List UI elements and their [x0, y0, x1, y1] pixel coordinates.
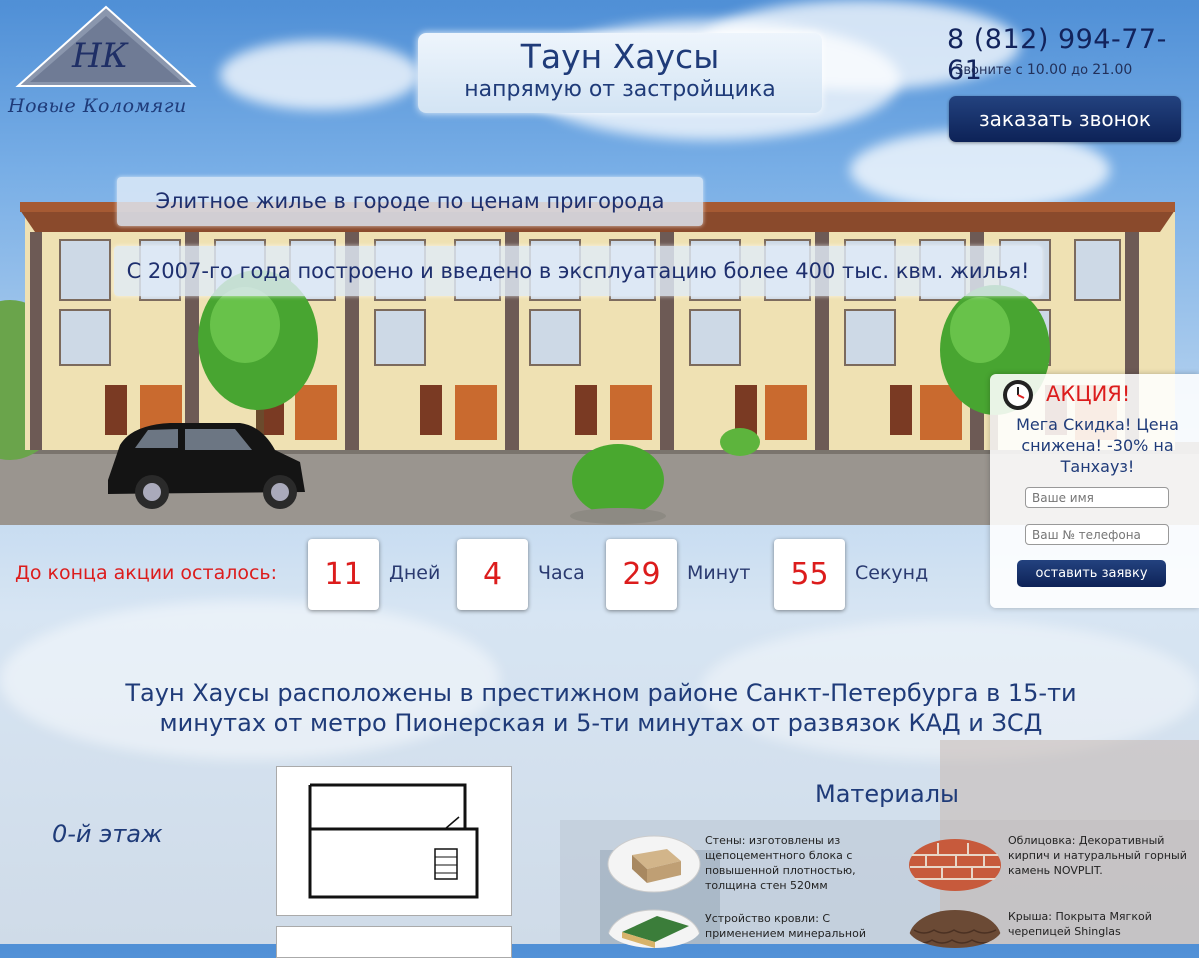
submit-request-button[interactable]: оставить заявку — [1017, 560, 1166, 587]
countdown-seconds: 55 — [774, 539, 845, 610]
banner-elite-housing: Элитное жилье в городе по ценам пригород… — [117, 177, 703, 226]
floor-plan-next[interactable] — [276, 926, 512, 958]
countdown-hours-unit: Часа — [538, 562, 585, 584]
hours-to: 21.00 — [1092, 62, 1133, 78]
hours-from: 10.00 — [1026, 62, 1067, 78]
countdown-days: 11 — [308, 539, 379, 610]
countdown-minutes-unit: Минут — [687, 562, 751, 584]
countdown-label: До конца акции осталось: — [15, 562, 278, 584]
logo-initials: НК — [72, 36, 128, 76]
wall-block-icon — [607, 835, 701, 893]
shingles-icon — [909, 910, 1001, 948]
working-hours: Звоните с 10.00 до 21.00 — [955, 62, 1132, 78]
page-title: Таун Хаусы — [520, 37, 720, 76]
countdown-minutes: 29 — [606, 539, 677, 610]
logo-caption: Новые Коломяги — [8, 95, 187, 117]
countdown-hours: 4 — [457, 539, 528, 610]
hours-mid: до — [1071, 63, 1089, 78]
floor-plan-drawing — [308, 783, 479, 899]
countdown-days-unit: Дней — [389, 562, 441, 584]
promo-title: АКЦИЯ! — [1046, 382, 1131, 406]
promo-text: Мега Скидка! Цена снижена! -30% на Танха… — [1016, 415, 1179, 476]
materials-roof-install: Устройство кровли: С применением минерал… — [705, 912, 866, 940]
order-call-button[interactable]: заказать звонок — [949, 96, 1181, 142]
brick-facing-icon — [909, 839, 1001, 891]
title-card: Таун Хаусы напрямую от застройщика — [418, 33, 822, 113]
countdown-seconds-unit: Секунд — [855, 562, 929, 584]
hours-prefix: Звоните с — [955, 63, 1023, 78]
clock-icon — [1003, 380, 1033, 410]
roof-layers-icon — [607, 909, 701, 948]
floor-label: 0-й этаж — [52, 820, 163, 848]
materials-title: Материалы — [815, 780, 959, 808]
materials-roof: Крыша: Покрыта Мягкой черепицей Shinglas — [1008, 910, 1152, 938]
phone-input[interactable] — [1025, 524, 1169, 545]
materials-facing: Облицовка: Декоративный кирпич и натурал… — [1008, 834, 1187, 877]
page-subtitle: напрямую от застройщика — [464, 77, 776, 102]
materials-walls: Стены: изготовлены из щепоцементного бло… — [705, 834, 856, 892]
floor-plan[interactable] — [276, 766, 512, 916]
name-input[interactable] — [1025, 487, 1169, 508]
location-headline: Таун Хаусы расположены в престижном райо… — [125, 679, 1077, 737]
banner-since-2007: С 2007-го года построено и введено в экс… — [114, 246, 1042, 296]
promo-panel: АКЦИЯ! Мега Скидка! Цена снижена! -30% н… — [990, 374, 1199, 608]
